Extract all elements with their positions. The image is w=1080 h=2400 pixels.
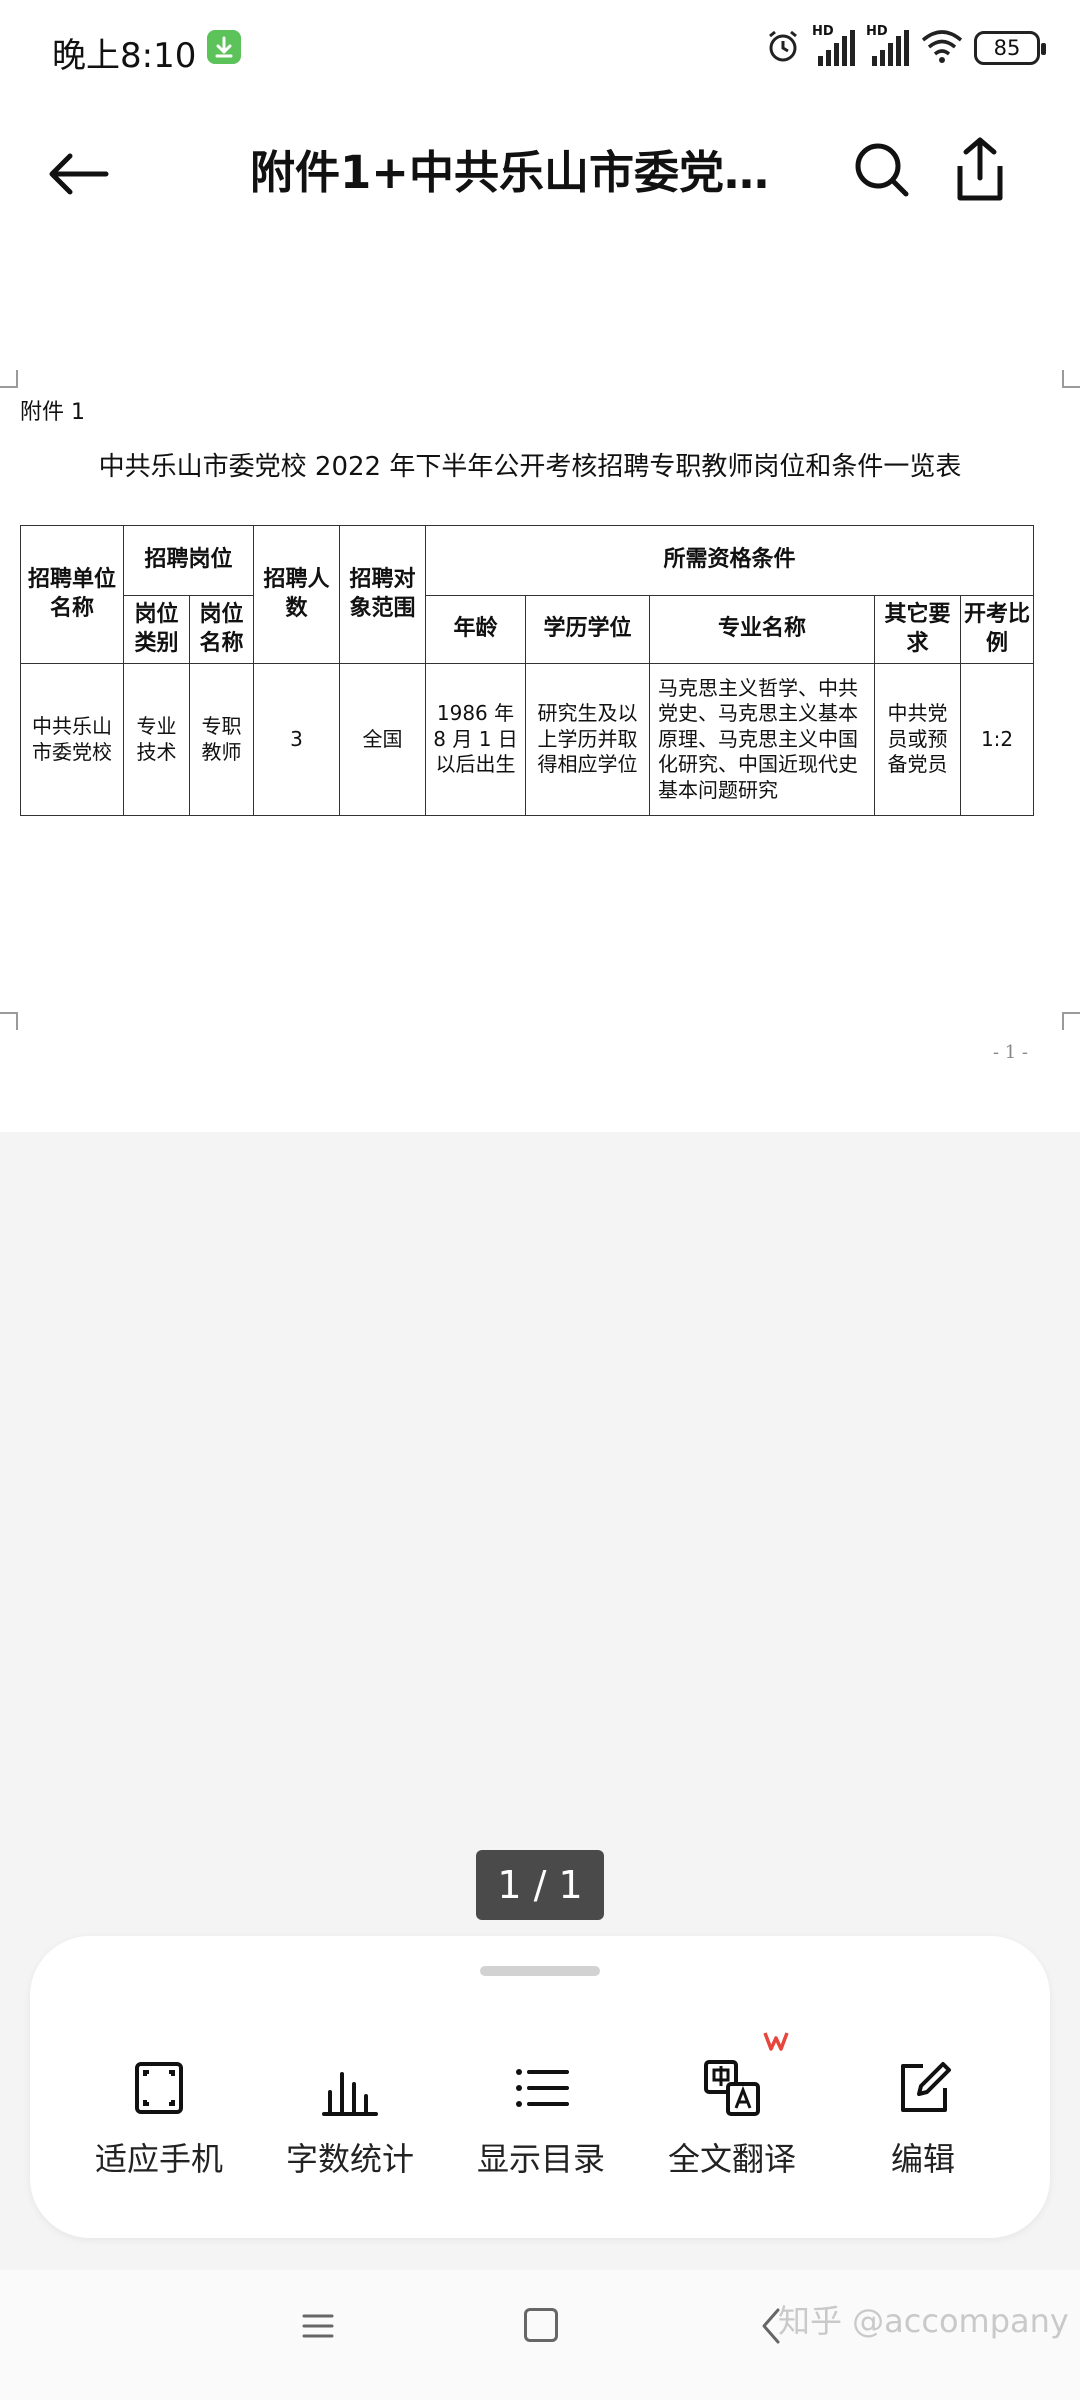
edit-label: 编辑 [890, 2140, 955, 2178]
document-title: 附件1+中共乐山市委党校2022年下半年公开考核招聘专职教师岗位和条件一览表 [250, 146, 810, 199]
home-button[interactable] [524, 2308, 558, 2342]
page-corner-mark [0, 1012, 18, 1030]
alarm-icon [764, 27, 802, 69]
header-position-category: 岗位类别 [123, 595, 190, 664]
status-bar: 晚上8:10 HD HD 85 [0, 0, 1080, 96]
header-age: 年龄 [425, 595, 527, 664]
app-header: 附件1+中共乐山市委党校2022年下半年公开考核招聘专职教师岗位和条件一览表 [0, 110, 1080, 230]
wifi-icon [920, 28, 964, 68]
status-icons: HD HD 85 [764, 24, 1046, 70]
fit-screen-icon [127, 2056, 191, 2120]
search-icon[interactable] [848, 136, 916, 204]
fit-phone-button[interactable]: 适应手机 [74, 2056, 244, 2186]
sheet-drag-handle[interactable] [480, 1966, 600, 1976]
requirements-table: 招聘单位名称 招聘岗位 招聘人数 招聘对象范围 所需资格条件 岗位类别 岗位名称… [20, 525, 1035, 816]
hd-label: HD [812, 24, 834, 39]
attachment-label: 附件 1 [20, 400, 85, 425]
system-nav-bar: 知乎 @accompany [0, 2270, 1080, 2400]
translate-button[interactable]: 全文翻译 [647, 2032, 817, 2186]
page-corner-mark [1062, 1012, 1080, 1030]
page-number: - 1 - [992, 1042, 1028, 1063]
bottom-toolbar-sheet: 适应手机 字数统计 显示目录 全文翻译 编辑 [30, 1936, 1050, 2238]
translate-label: 全文翻译 [667, 2140, 796, 2178]
table-header-row: 招聘单位名称 招聘岗位 招聘人数 招聘对象范围 所需资格条件 [20, 525, 1035, 664]
show-toc-button[interactable]: 显示目录 [456, 2056, 626, 2186]
header-position-name: 岗位名称 [188, 595, 255, 664]
cell-education: 研究生及以上学历并取得相应学位 [525, 663, 651, 816]
cell-other: 中共党员或预备党员 [874, 663, 962, 816]
word-count-label: 字数统计 [285, 2140, 414, 2178]
edit-icon [891, 2056, 955, 2120]
page-corner-mark [0, 370, 18, 388]
table-subheader-row: 岗位类别 岗位名称 年龄 学历学位 专业名称 其它要求 开考比例 [21, 595, 1035, 664]
header-education: 学历学位 [525, 595, 651, 664]
cell-count: 3 [253, 663, 341, 816]
wps-badge-icon [763, 2030, 789, 2052]
status-time: 晚上8:10 [52, 36, 197, 76]
header-requirements: 所需资格条件 [425, 525, 1035, 596]
document-page[interactable]: 附件 1 中共乐山市委党校 2022 年下半年公开考核招聘专职教师岗位和条件一览… [0, 240, 1080, 1130]
header-position: 招聘岗位 [122, 525, 255, 596]
cell-ratio: 1:2 [960, 663, 1035, 816]
list-icon [509, 2056, 573, 2120]
cell-age: 1986 年 8 月 1 日以后出生 [425, 663, 527, 816]
cell-position-category: 专业技术 [123, 663, 190, 816]
bar-chart-icon [318, 2056, 382, 2120]
table-title: 中共乐山市委党校 2022 年下半年公开考核招聘专职教师岗位和条件一览表 [98, 452, 962, 482]
edit-button[interactable]: 编辑 [838, 2056, 1008, 2186]
table-row: 中共乐山市委党校 专业技术 专职教师 3 全国 1986 年 8 月 1 日以后… [20, 663, 1035, 816]
fit-phone-label: 适应手机 [94, 2140, 223, 2178]
cell-scope: 全国 [339, 663, 427, 816]
cell-major: 马克思主义哲学、中共党史、马克思主义基本原理、马克思主义中国化研究、中国近现代史… [649, 663, 876, 816]
header-scope: 招聘对象范围 [339, 525, 427, 664]
cell-position-name: 专职教师 [188, 663, 255, 816]
page-corner-mark [1062, 370, 1080, 388]
header-major: 专业名称 [649, 595, 876, 664]
watermark: 知乎 @accompany [778, 2302, 1069, 2340]
share-icon[interactable] [946, 134, 1014, 206]
cell-unit: 中共乐山市委党校 [20, 663, 124, 816]
back-button[interactable] [40, 136, 116, 212]
translate-icon [700, 2056, 764, 2120]
signal-icon-2: HD [866, 24, 910, 68]
header-count: 招聘人数 [253, 525, 341, 664]
show-toc-label: 显示目录 [476, 2140, 605, 2178]
page-indicator: 1 / 1 [476, 1850, 604, 1920]
download-notification-icon [207, 30, 241, 64]
hd-label: HD [866, 24, 888, 39]
header-other: 其它要求 [874, 595, 962, 664]
header-ratio: 开考比例 [960, 595, 1035, 664]
battery-indicator: 85 [974, 31, 1046, 65]
header-unit: 招聘单位名称 [20, 525, 124, 664]
recent-apps-icon[interactable] [300, 2308, 336, 2344]
word-count-button[interactable]: 字数统计 [265, 2056, 435, 2186]
signal-icon-1: HD [812, 24, 856, 68]
